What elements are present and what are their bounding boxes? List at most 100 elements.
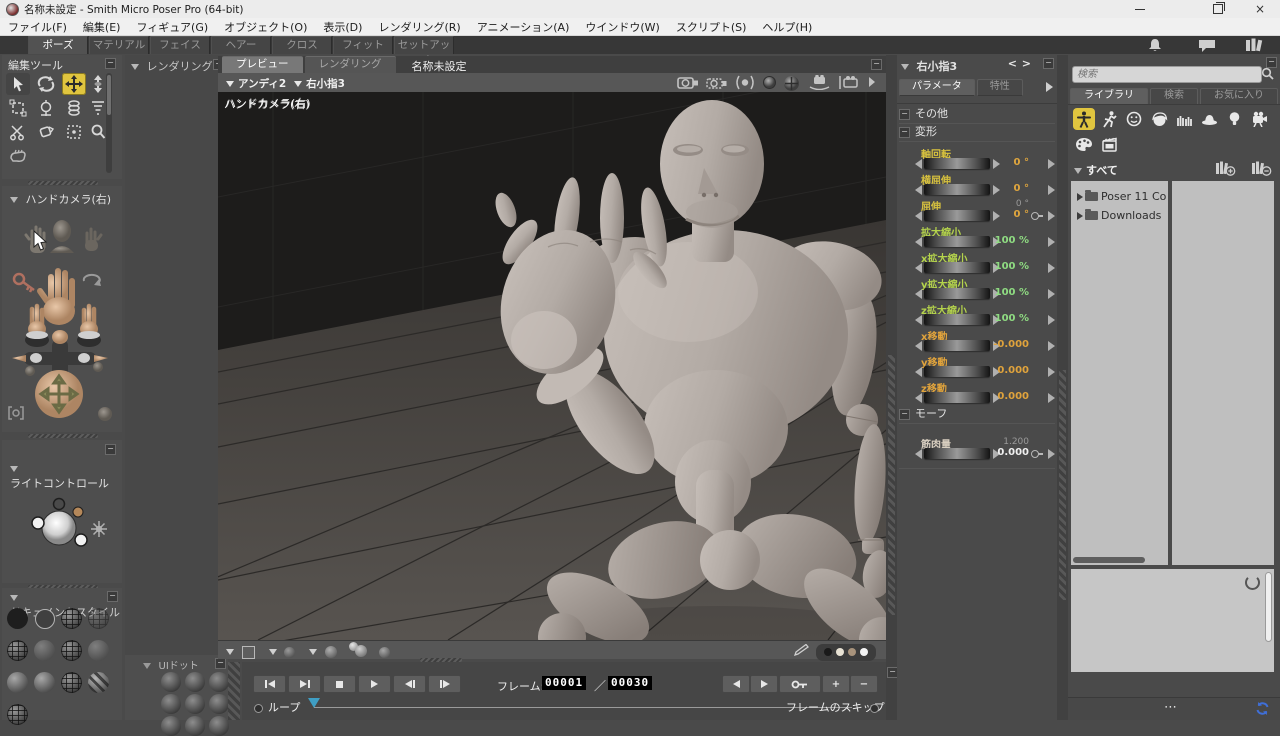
previous-keyframe-button[interactable] (722, 675, 750, 693)
dial-key-icon[interactable] (1031, 211, 1043, 220)
parameter-dial[interactable]: 屈伸 0 ° 0 ° (899, 198, 1055, 224)
preview-scrollbar[interactable] (1266, 573, 1271, 641)
dial-decrement-arrow[interactable] (915, 315, 922, 325)
minimize-button[interactable] (1120, 0, 1160, 18)
scenes-category-icon[interactable] (1098, 133, 1120, 155)
dial-cylinder[interactable] (924, 448, 990, 459)
delete-keyframe-button[interactable]: − (850, 675, 878, 693)
step-back-button[interactable] (393, 675, 426, 693)
ui-dot[interactable] (161, 716, 181, 736)
menu-item[interactable]: スクリプト(S) (668, 19, 755, 35)
style-silhouette[interactable] (7, 608, 28, 629)
total-frames-field[interactable]: 00030 (608, 676, 652, 690)
edit-tools-scrollbar[interactable] (106, 73, 112, 173)
parameter-dial[interactable]: y拡大縮小 100 % (899, 276, 1055, 302)
dial-expand-arrow[interactable] (1048, 263, 1055, 273)
menu-item[interactable]: ヘルプ(H) (754, 19, 820, 35)
ui-dot[interactable] (185, 694, 205, 714)
dial-decrement-arrow[interactable] (915, 289, 922, 299)
menu-item[interactable]: ファイル(F) (0, 19, 75, 35)
section-other[interactable]: −その他 (899, 106, 1055, 124)
ui-dot[interactable] (209, 672, 229, 692)
collapse-triangle-icon[interactable] (10, 197, 18, 203)
parameter-dial[interactable]: z移動 0.000 (899, 380, 1055, 406)
camera-select-icon[interactable] (705, 75, 728, 91)
first-frame-button[interactable] (253, 675, 286, 693)
actor-selector[interactable]: 右小指3 (294, 76, 345, 91)
dial-cylinder[interactable] (924, 288, 990, 299)
dial-expand-arrow[interactable] (1048, 237, 1055, 247)
library-tab[interactable]: お気に入り (1200, 88, 1278, 105)
close-button[interactable]: × (1240, 0, 1280, 18)
chat-bubble-icon[interactable] (1196, 37, 1218, 53)
viewport-tab[interactable]: レンダリング (305, 56, 396, 73)
dial-cylinder[interactable] (924, 158, 990, 169)
prev-actor-button[interactable]: < (1008, 57, 1017, 70)
tree-horizontal-scrollbar[interactable] (1073, 557, 1145, 563)
shadow-toggle-sphere[interactable] (379, 645, 390, 658)
dial-decrement-arrow[interactable] (915, 185, 922, 195)
menu-item[interactable]: 編集(E) (75, 19, 129, 35)
dial-cylinder[interactable] (924, 262, 990, 273)
cameras-category-icon[interactable] (1248, 108, 1270, 130)
dial-expand-arrow[interactable] (1048, 367, 1055, 377)
dial-key-icon[interactable] (1031, 449, 1043, 458)
style-flat-lined[interactable] (61, 640, 82, 661)
edit-keyframes-button[interactable] (779, 675, 821, 693)
figure-style-dropdown[interactable] (309, 645, 337, 658)
menu-item[interactable]: フィギュア(G) (128, 19, 216, 35)
panel-resize-handle[interactable] (28, 181, 98, 185)
translate-in-out-tool[interactable] (90, 73, 106, 95)
trackball-icon[interactable] (783, 75, 800, 92)
parameter-dial[interactable]: 拡大縮小 100 % (899, 224, 1055, 250)
camera-icon[interactable] (677, 75, 699, 90)
menu-item[interactable]: レンダリング(R) (370, 19, 468, 35)
ui-dot[interactable] (161, 694, 181, 714)
select-tool[interactable] (6, 73, 30, 95)
ui-dot[interactable] (161, 672, 181, 692)
display-style-dropdown[interactable] (269, 645, 296, 658)
dial-expand-arrow[interactable] (1048, 289, 1055, 299)
more-tabs-arrow-icon[interactable] (1046, 82, 1053, 92)
parameter-dial[interactable]: z拡大縮小 100 % (899, 302, 1055, 328)
parameter-dial[interactable]: x移動 -0.000 (899, 328, 1055, 354)
room-tab[interactable]: フェイス (150, 36, 210, 54)
step-forward-button[interactable] (428, 675, 461, 693)
last-frame-button[interactable] (288, 675, 321, 693)
element-style-spheres[interactable] (349, 644, 367, 657)
next-actor-button[interactable]: > (1022, 57, 1031, 70)
viewport-tab[interactable]: プレビュー (222, 56, 303, 73)
poses-category-icon[interactable] (1098, 108, 1120, 130)
chain-break-tool[interactable] (62, 97, 86, 119)
search-icon[interactable] (1261, 67, 1274, 80)
menu-item[interactable]: アニメーション(A) (469, 19, 578, 35)
parameters-tab[interactable]: 特性 (977, 79, 1023, 96)
dial-cylinder[interactable] (924, 314, 990, 325)
dial-decrement-arrow[interactable] (915, 159, 922, 169)
style-flat-shaded[interactable] (34, 640, 55, 661)
dial-decrement-arrow[interactable] (915, 341, 922, 351)
lights-category-icon[interactable] (1223, 108, 1245, 130)
materials-category-icon[interactable] (1073, 133, 1095, 155)
camera-flyaround-icon[interactable] (806, 75, 832, 90)
hair-category-icon[interactable] (1148, 108, 1170, 130)
style-sketch[interactable] (88, 672, 109, 693)
viewport-collapse-button[interactable]: − (871, 59, 882, 70)
dial-increment-arrow[interactable] (993, 159, 1000, 169)
menu-item[interactable]: オブジェクト(O) (216, 19, 315, 35)
current-frame-field[interactable]: 00001 (542, 676, 586, 690)
color-tool[interactable] (34, 121, 58, 143)
style-cartoon[interactable] (88, 640, 109, 661)
next-keyframe-button[interactable] (750, 675, 778, 693)
play-button[interactable] (358, 675, 391, 693)
style-wireframe[interactable] (61, 608, 82, 629)
tree-row[interactable]: Poser 11 Co (1071, 187, 1168, 206)
room-tab[interactable]: セットアップ (394, 36, 454, 54)
library-tab[interactable]: 検索 (1150, 88, 1198, 105)
figures-category-icon[interactable] (1073, 108, 1095, 130)
room-tab[interactable]: フィット (333, 36, 393, 54)
room-tab[interactable]: マテリアル (89, 36, 149, 54)
dial-increment-arrow[interactable] (993, 211, 1000, 221)
menu-item[interactable]: ウインドウ(W) (577, 19, 667, 35)
timeline-track[interactable] (314, 707, 852, 708)
